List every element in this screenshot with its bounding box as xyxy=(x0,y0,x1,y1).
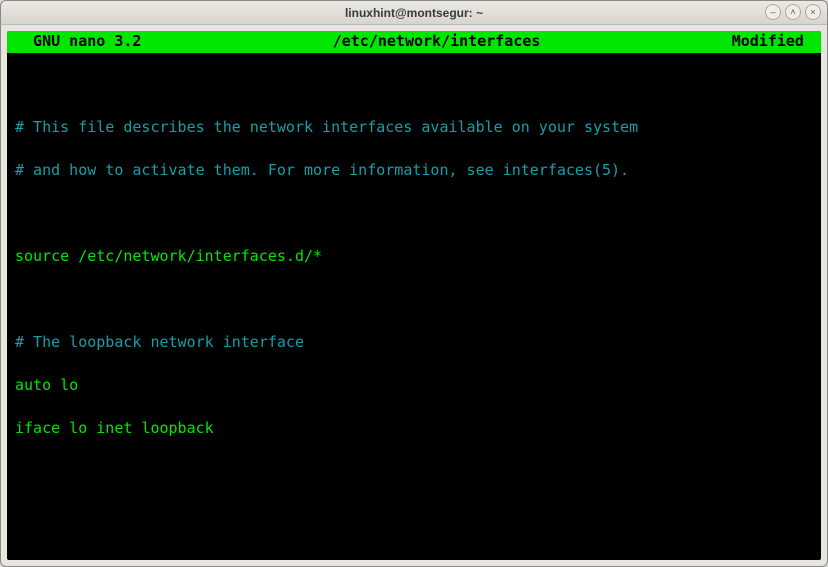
nano-status: Modified xyxy=(732,31,813,53)
line xyxy=(15,203,813,225)
window-controls: ‒ ˄ × xyxy=(765,4,821,20)
line xyxy=(15,504,813,526)
line: source /etc/network/interfaces.d/* xyxy=(15,246,813,268)
nano-app-name: GNU nano 3.2 xyxy=(15,31,141,53)
line xyxy=(15,74,813,96)
line xyxy=(15,289,813,311)
line: auto lo xyxy=(15,375,813,397)
nano-header: GNU nano 3.2 /etc/network/interfaces Mod… xyxy=(7,31,821,53)
maximize-button[interactable]: ˄ xyxy=(785,4,801,20)
minimize-button[interactable]: ‒ xyxy=(765,4,781,20)
terminal-window: linuxhint@montsegur: ~ ‒ ˄ × GNU nano 3.… xyxy=(0,0,828,567)
window-title: linuxhint@montsegur: ~ xyxy=(345,6,483,20)
line xyxy=(15,547,813,560)
line xyxy=(15,461,813,483)
line: iface lo inet loopback xyxy=(15,418,813,440)
line-comment: # and how to activate them. For more inf… xyxy=(15,160,813,182)
line-comment: # This file describes the network interf… xyxy=(15,117,813,139)
nano-filename: /etc/network/interfaces xyxy=(333,31,541,53)
terminal-viewport[interactable]: GNU nano 3.2 /etc/network/interfaces Mod… xyxy=(7,31,821,560)
line-comment: # The loopback network interface xyxy=(15,332,813,354)
close-button[interactable]: × xyxy=(805,4,821,20)
editor-body[interactable]: # This file describes the network interf… xyxy=(7,53,821,561)
titlebar[interactable]: linuxhint@montsegur: ~ ‒ ˄ × xyxy=(1,1,827,25)
